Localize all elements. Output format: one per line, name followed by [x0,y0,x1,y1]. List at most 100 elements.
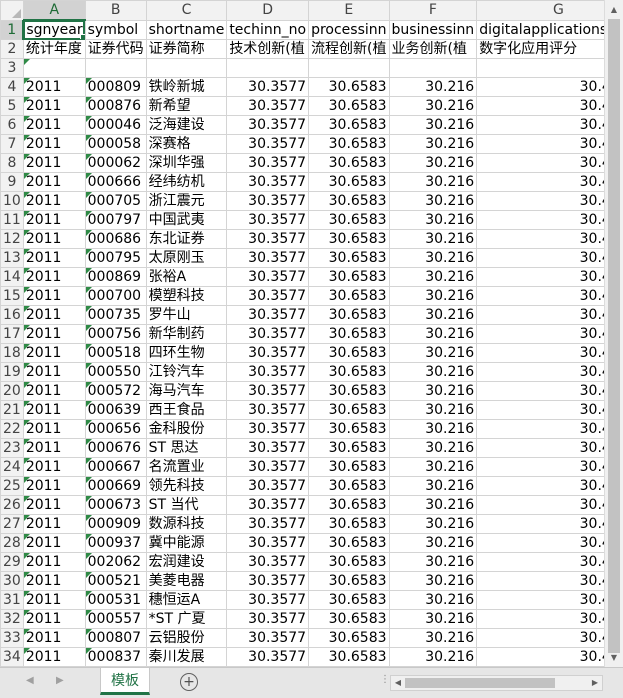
cell-c31[interactable]: 穗恒运A [145,590,228,610]
cell-c6[interactable]: 泛海建设 [145,115,228,135]
cell-g8[interactable]: 30.4111 [476,153,604,173]
cell-c4[interactable]: 铁岭新城 [145,77,228,97]
cell-c32[interactable]: *ST 广夏 [145,609,228,629]
column-header-e[interactable]: E [308,0,390,21]
cell-c9[interactable]: 经纬纺机 [145,172,228,192]
row-header[interactable]: 6 [0,115,24,135]
cell-f25[interactable]: 30.216 [388,476,478,496]
cell-b18[interactable]: 000518 [84,343,147,363]
cell-f6[interactable]: 30.216 [388,115,478,135]
cell-c16[interactable]: 罗牛山 [145,305,228,325]
cell-f9[interactable]: 30.216 [388,172,478,192]
cell-g6[interactable]: 30.4111 [476,115,604,135]
cell-c25[interactable]: 领先科技 [145,476,228,496]
cell-g14[interactable]: 30.4111 [476,267,604,287]
cell-f24[interactable]: 30.216 [388,457,478,477]
cell-e34[interactable]: 30.6583 [308,647,390,667]
cell-a16[interactable]: 2011 [22,305,86,325]
row-header[interactable]: 24 [0,457,24,477]
row-header[interactable]: 9 [0,172,24,192]
scroll-right-icon[interactable]: ▶ [588,676,602,690]
column-header-d[interactable]: D [226,0,310,21]
cell-b7[interactable]: 000058 [84,134,147,154]
cell-c1[interactable]: shortname [145,19,228,40]
cell-b20[interactable]: 000572 [84,381,147,401]
cell-f12[interactable]: 30.216 [388,229,478,249]
cell-f18[interactable]: 30.216 [388,343,478,363]
cell-f3[interactable] [388,58,478,78]
scroll-up-icon[interactable]: ▲ [605,1,623,18]
row-header[interactable]: 21 [0,400,24,420]
cell-a7[interactable]: 2011 [22,134,86,154]
cell-a24[interactable]: 2011 [22,457,86,477]
cell-g3[interactable] [476,58,604,78]
cell-c19[interactable]: 江铃汽车 [145,362,228,382]
cell-b9[interactable]: 000666 [84,172,147,192]
cell-a31[interactable]: 2011 [22,590,86,610]
cell-g11[interactable]: 30.4111 [476,210,604,230]
cell-e10[interactable]: 30.6583 [308,191,390,211]
cell-g15[interactable]: 30.4111 [476,286,604,306]
chevron-right-icon[interactable]: ▶ [56,675,64,686]
cell-c33[interactable]: 云铝股份 [145,628,228,648]
cell-d10[interactable]: 30.3577 [226,191,310,211]
column-header-f[interactable]: F [388,0,478,21]
cell-c23[interactable]: ST 思达 [145,438,228,458]
cell-b6[interactable]: 000046 [84,115,147,135]
cell-e3[interactable] [308,58,390,78]
cell-e26[interactable]: 30.6583 [308,495,390,515]
cell-e6[interactable]: 30.6583 [308,115,390,135]
row-header[interactable]: 17 [0,324,24,344]
cell-e30[interactable]: 30.6583 [308,571,390,591]
cell-a14[interactable]: 2011 [22,267,86,287]
cell-c27[interactable]: 数源科技 [145,514,228,534]
cell-e19[interactable]: 30.6583 [308,362,390,382]
cell-c21[interactable]: 西王食品 [145,400,228,420]
cell-d12[interactable]: 30.3577 [226,229,310,249]
cell-a2[interactable]: 统计年度 [22,39,86,59]
cell-b11[interactable]: 000797 [84,210,147,230]
cell-f17[interactable]: 30.216 [388,324,478,344]
cell-c22[interactable]: 金科股份 [145,419,228,439]
cell-e27[interactable]: 30.6583 [308,514,390,534]
cell-f1[interactable]: businessinn [388,19,478,40]
cell-c8[interactable]: 深圳华强 [145,153,228,173]
cell-c14[interactable]: 张裕A [145,267,228,287]
cell-a15[interactable]: 2011 [22,286,86,306]
column-header-g[interactable]: G [476,0,604,21]
cell-b26[interactable]: 000673 [84,495,147,515]
cell-e33[interactable]: 30.6583 [308,628,390,648]
cell-a17[interactable]: 2011 [22,324,86,344]
cell-d14[interactable]: 30.3577 [226,267,310,287]
cell-c7[interactable]: 深赛格 [145,134,228,154]
cell-d8[interactable]: 30.3577 [226,153,310,173]
cell-e8[interactable]: 30.6583 [308,153,390,173]
row-header[interactable]: 23 [0,438,24,458]
cell-g29[interactable]: 30.4111 [476,552,604,572]
cell-d18[interactable]: 30.3577 [226,343,310,363]
spreadsheet-grid[interactable]: ABCDEFGH1sgnyearsymbolshortnametechinn_n… [0,0,604,667]
row-header[interactable]: 29 [0,552,24,572]
cell-f11[interactable]: 30.216 [388,210,478,230]
cell-f4[interactable]: 30.216 [388,77,478,97]
cell-d9[interactable]: 30.3577 [226,172,310,192]
cell-c2[interactable]: 证券简称 [145,39,228,59]
cell-e23[interactable]: 30.6583 [308,438,390,458]
vertical-scroll-thumb[interactable] [608,19,620,653]
cell-b17[interactable]: 000756 [84,324,147,344]
row-header[interactable]: 8 [0,153,24,173]
cell-g7[interactable]: 30.4111 [476,134,604,154]
cell-d3[interactable] [226,58,310,78]
cell-b27[interactable]: 000909 [84,514,147,534]
cell-g5[interactable]: 30.4111 [476,96,604,116]
cell-a25[interactable]: 2011 [22,476,86,496]
cell-c10[interactable]: 浙江震元 [145,191,228,211]
cell-a18[interactable]: 2011 [22,343,86,363]
cell-e12[interactable]: 30.6583 [308,229,390,249]
cell-a28[interactable]: 2011 [22,533,86,553]
row-header[interactable]: 3 [0,58,24,78]
scroll-down-icon[interactable]: ▼ [605,649,623,666]
cell-d20[interactable]: 30.3577 [226,381,310,401]
cell-b4[interactable]: 000809 [84,77,147,97]
cell-a12[interactable]: 2011 [22,229,86,249]
